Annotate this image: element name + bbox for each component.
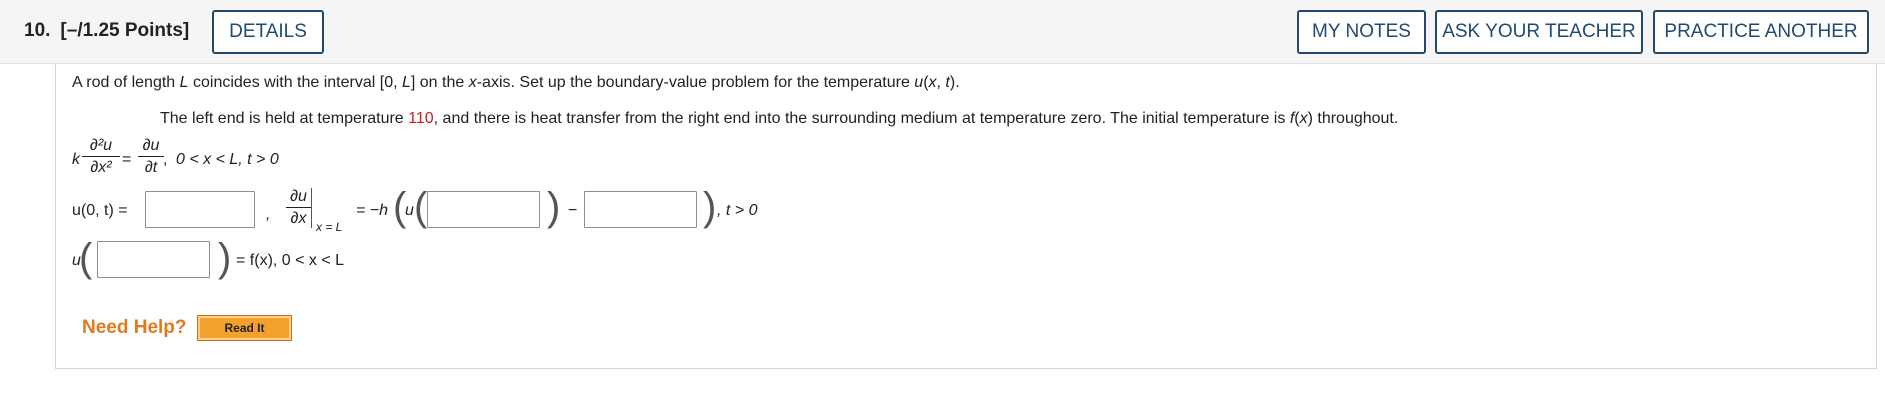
initial-condition-text: = f(x), 0 < x < L [236,252,345,269]
right-end-argument-input[interactable] [428,192,539,227]
details-button[interactable]: DETAILS [212,10,324,54]
initial-argument-input[interactable] [98,242,209,277]
need-help-label: Need Help? [82,317,187,338]
points-label: [–/1.25 Points] [60,20,190,41]
boundary-time-condition: , t > 0 [717,202,758,219]
left-boundary-input[interactable] [146,192,254,227]
inner-left-paren: ( [414,185,428,229]
my-notes-button[interactable]: MY NOTES [1297,10,1426,54]
question-header: 10. [–/1.25 Points] DETAILS MY NOTES ASK … [0,0,1885,64]
left-boundary-input-box [145,191,255,228]
flux-minus: − [568,202,578,219]
given-temperature: 110 [408,110,434,127]
surrounding-temperature-box [584,191,697,228]
pde-domain: 0 < x < L, t > 0 [176,151,279,168]
ask-your-teacher-button[interactable]: ASK YOUR TEACHER [1435,10,1643,54]
pde-comma: , [163,151,168,168]
pde-fraction-time-derivative: ∂u ∂t [138,137,164,177]
inner-right-paren: ) [547,185,561,229]
left-boundary-label: u(0, t) = [72,202,128,219]
outer-right-paren: ) [703,185,717,229]
initial-left-paren: ( [79,236,93,280]
question-title: 10. [–/1.25 Points] [24,20,199,42]
right-end-argument-box [427,191,540,228]
flux-u: u [405,202,414,219]
pde-fraction-second-derivative: ∂²u ∂x² [82,137,120,177]
flux-evaluation-point: x = L [316,220,343,234]
practice-another-button[interactable]: PRACTICE ANOTHER [1653,10,1869,54]
pde-equals: = [122,151,132,168]
question-number: 10. [24,20,51,41]
boundary-comma: , [266,206,271,223]
flux-equals-minus-h: = −h [356,202,389,219]
initial-right-paren: ) [218,236,232,280]
pde-k: k [72,151,80,168]
problem-statement: A rod of length L coincides with the int… [72,74,960,91]
problem-conditions: The left end is held at temperature 110,… [160,110,1399,127]
flux-derivative-fraction: ∂u ∂x [286,188,312,228]
surrounding-temperature-input[interactable] [585,192,696,227]
initial-argument-box [97,241,210,278]
read-it-button[interactable]: Read It [197,315,292,341]
